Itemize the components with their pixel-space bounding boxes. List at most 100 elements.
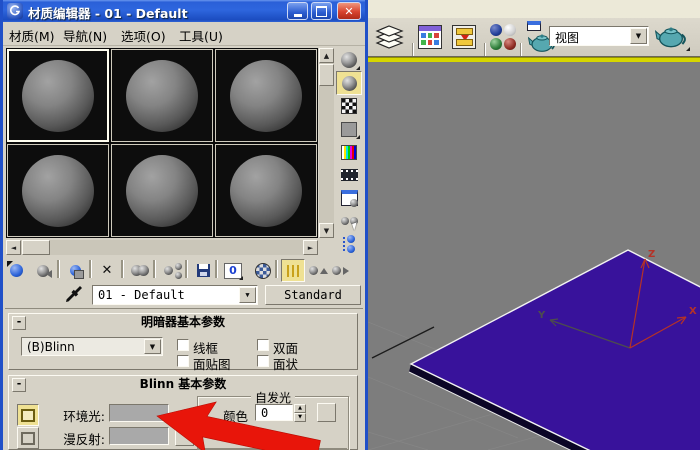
chevron-down-icon[interactable]: ▼ [239,287,256,303]
self-illum-value-field[interactable]: 0 [255,404,293,421]
hscroll-thumb[interactable] [22,240,50,255]
menu-navigation[interactable]: 导航(N) [63,26,107,45]
shader-type-dropdown[interactable]: (B)Blinn ▼ [21,337,163,356]
face-map-checkbox[interactable] [177,355,189,367]
wireframe-checkbox[interactable] [177,339,189,351]
backlight-button[interactable] [336,71,362,95]
menu-material[interactable]: 材质(M) [9,26,55,45]
lock-icon [21,408,35,422]
show-end-result-button[interactable] [281,259,305,282]
material-type-button[interactable]: Standard [265,285,361,305]
faceted-checkbox[interactable] [257,355,269,367]
get-material-button[interactable] [4,259,28,282]
close-button[interactable]: ✕ [337,2,361,20]
blinn-rollout-header[interactable]: Blinn 基本参数 [9,376,357,392]
material-sphere [126,154,198,227]
material-id-channel-button[interactable]: 0 [221,259,245,282]
main-window-strip [368,0,700,18]
quick-render-icon[interactable] [654,24,691,52]
show-map-in-viewport-button[interactable] [251,259,275,282]
self-illum-map-button[interactable] [317,403,336,422]
curve-editor-icon[interactable] [418,25,442,49]
vscroll-thumb[interactable] [319,64,334,86]
toolbar-separator [185,260,188,278]
sample-slot-3[interactable] [215,49,317,142]
collapse-button[interactable]: - [12,378,26,392]
put-material-to-scene-button[interactable] [31,259,55,282]
sample-slot-5[interactable] [111,144,213,237]
perspective-viewport[interactable]: Y X Z [368,62,700,450]
sample-type-button[interactable] [336,48,362,72]
make-material-copy-button[interactable] [128,259,152,282]
sample-slot-1-selected[interactable] [7,49,109,142]
shader-rollout-header[interactable]: 明暗器基本参数 [9,314,357,330]
sample-uv-tiling-button[interactable] [336,117,362,141]
diffuse-color-swatch[interactable] [109,427,169,445]
collapse-button[interactable]: - [12,316,26,330]
chevron-down-icon[interactable]: ▼ [630,28,647,44]
lock-ambient-diffuse-button[interactable] [17,404,39,426]
toolbar-separator [153,260,156,278]
material-name-dropdown[interactable]: 01 - Default ▼ [92,285,258,305]
go-to-parent-button[interactable] [306,259,330,282]
self-illum-value: 0 [261,406,269,420]
sample-slot-6[interactable] [215,144,317,237]
menu-utilities[interactable]: 工具(U) [179,26,223,45]
main-toolbar: 视图 ▼ [368,18,700,67]
ambient-color-swatch[interactable] [109,404,169,422]
ambient-label: 环境光: [63,409,105,424]
material-editor-icon[interactable] [490,24,516,50]
put-to-library-button[interactable] [191,259,215,282]
maximize-button[interactable] [311,2,332,20]
toolbar-separator [215,260,218,278]
lock-diffuse-specular-button[interactable] [17,427,39,449]
maximize-icon [316,5,327,17]
diffuse-label: 漫反射: [63,432,105,447]
make-unique-button[interactable] [161,259,185,282]
options-button[interactable] [336,186,362,210]
material-editor-window: 材质编辑器 - 01 - Default ✕ 材质(M) 导航(N) 选项(O)… [0,0,368,450]
select-by-material-button[interactable] [336,209,362,233]
close-icon: ✕ [344,4,354,18]
scroll-right-button[interactable]: ► [303,240,318,255]
make-preview-button[interactable] [336,163,362,187]
schematic-view-icon[interactable] [452,25,476,49]
video-color-check-button[interactable] [336,140,362,164]
sample-slot-4[interactable] [7,144,109,237]
reset-map-button[interactable]: ✕ [95,259,119,282]
menu-bar: 材质(M) 导航(N) 选项(O) 工具(U) [3,22,365,46]
minimize-button[interactable] [287,2,308,20]
toolbar-separator [275,260,278,278]
layer-manager-icon[interactable] [374,24,406,51]
axis-label-y: Y [537,310,546,321]
self-illum-spinner[interactable]: ▲ ▼ [294,404,306,422]
assign-material-to-selection-button[interactable] [63,259,87,282]
sample-vscrollbar[interactable]: ▲ ▼ [319,48,334,238]
panel-divider [5,308,363,309]
flyout-indicator [239,276,243,280]
chevron-down-icon[interactable]: ▼ [144,339,161,354]
ambient-diffuse-lock-icon[interactable] [179,409,193,426]
toolbar-separator [89,260,92,278]
go-forward-to-sibling-button[interactable] [328,259,352,282]
sample-hscrollbar[interactable]: ◄ ► [6,240,318,255]
blinn-basic-rollout: Blinn 基本参数 - 环境光: 漫反射: 自发光 颜色 0 ▲ ▼ [8,375,358,450]
diffuse-map-button[interactable] [175,427,194,446]
lock-icon [21,431,35,445]
sample-slot-2[interactable] [111,49,213,142]
render-view-dropdown[interactable]: 视图 ▼ [549,26,649,46]
scroll-down-button[interactable]: ▼ [319,223,334,238]
spinner-up-icon[interactable]: ▲ [294,404,306,413]
two-sided-checkbox[interactable] [257,339,269,351]
spinner-down-icon[interactable]: ▼ [294,413,306,422]
menu-options[interactable]: 选项(O) [121,26,166,45]
background-button[interactable] [336,94,362,118]
title-bar[interactable]: 材质编辑器 - 01 - Default ✕ [3,0,365,22]
sample-slot-grid [6,48,318,238]
render-view-dropdown-value: 视图 [555,31,580,45]
pick-material-eyedropper[interactable] [65,285,83,305]
material-map-navigator-button[interactable] [336,232,362,256]
app-icon [7,3,23,19]
scroll-left-button[interactable]: ◄ [6,240,21,255]
scroll-up-button[interactable]: ▲ [319,48,334,63]
